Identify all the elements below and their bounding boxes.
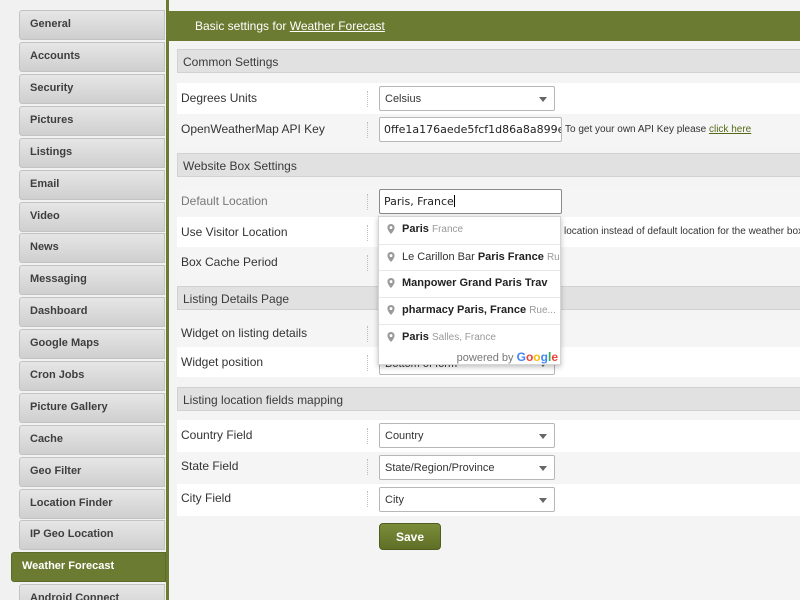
chevron-down-icon xyxy=(539,97,547,102)
widget-position-label: Widget position xyxy=(181,355,264,369)
sidebar-item-messaging[interactable]: Messaging xyxy=(19,265,165,295)
suggestion-match: pharmacy Paris, France xyxy=(402,304,527,316)
chevron-down-icon xyxy=(539,466,547,471)
degrees-units-label: Degrees Units xyxy=(181,91,258,105)
default-location-input[interactable]: Paris, France xyxy=(379,189,562,214)
sidebar-item-geo-filter[interactable]: Geo Filter xyxy=(19,457,165,487)
use-visitor-location-label: Use Visitor Location xyxy=(181,225,288,239)
use-visitor-location-hint: location instead of default location for… xyxy=(564,226,800,237)
map-pin-icon xyxy=(387,278,395,288)
sidebar-item-video[interactable]: Video xyxy=(19,202,165,232)
autocomplete-suggestion[interactable]: Paris Salles, France xyxy=(379,324,560,351)
sidebar-item-ip-geo-location[interactable]: IP Geo Location xyxy=(19,520,165,550)
page-header: Basic settings for Weather Forecast xyxy=(169,11,800,41)
country-field-value: Country xyxy=(385,430,424,442)
powered-by-text: powered by xyxy=(456,352,517,364)
page-title: Basic settings for Weather Forecast xyxy=(195,19,385,33)
box-cache-period-label: Box Cache Period xyxy=(181,255,278,269)
sidebar-item-news[interactable]: News xyxy=(19,233,165,263)
api-key-link[interactable]: click here xyxy=(709,124,751,135)
suggestion-match: Paris xyxy=(402,223,429,235)
sidebar-item-cron-jobs[interactable]: Cron Jobs xyxy=(19,361,165,391)
sidebar-item-general[interactable]: General xyxy=(19,10,165,40)
state-field-select[interactable]: State/Region/Province xyxy=(379,455,555,480)
suggestion-secondary: France xyxy=(431,224,464,235)
save-button[interactable]: Save xyxy=(379,523,441,550)
suggestion-prefix: Le Carillon Bar xyxy=(402,251,478,263)
chevron-down-icon xyxy=(539,498,547,503)
google-logo: Google xyxy=(516,350,558,364)
suggestion-match: Paris xyxy=(402,331,429,343)
autocomplete-suggestion[interactable]: pharmacy Paris, France Rue... xyxy=(379,297,560,324)
sidebar-item-security[interactable]: Security xyxy=(19,74,165,104)
row-separator xyxy=(367,194,368,210)
default-location-value: Paris, France xyxy=(384,195,454,208)
sidebar-item-email[interactable]: Email xyxy=(19,170,165,200)
settings-sidebar: General Accounts Security Pictures Listi… xyxy=(0,0,168,600)
country-field-label: Country Field xyxy=(181,428,253,442)
section-location-fields-mapping: Listing location fields mapping xyxy=(177,387,800,411)
map-pin-icon xyxy=(387,252,395,262)
suggestion-match: Manpower Grand Paris Trav xyxy=(402,277,548,289)
suggestion-match: Paris France xyxy=(477,251,544,263)
api-key-input[interactable]: 0ffe1a176aede5fcf1d86a8a899e xyxy=(379,117,562,142)
api-key-label: OpenWeatherMap API Key xyxy=(181,122,325,136)
degrees-units-value: Celsius xyxy=(385,93,422,105)
sidebar-item-weather-forecast[interactable]: Weather Forecast xyxy=(11,552,166,582)
section-website-box-settings: Website Box Settings xyxy=(177,153,800,177)
sidebar-item-listings[interactable]: Listings xyxy=(19,138,165,168)
chevron-down-icon xyxy=(539,434,547,439)
autocomplete-suggestion[interactable]: Paris France xyxy=(379,217,560,244)
row-separator xyxy=(367,91,368,107)
sidebar-item-pictures[interactable]: Pictures xyxy=(19,106,165,136)
api-key-hint: To get your own API Key please click her… xyxy=(565,124,751,135)
city-field-label: City Field xyxy=(181,491,232,505)
row-separator xyxy=(367,355,368,371)
row-separator xyxy=(367,255,368,271)
degrees-units-select[interactable]: Celsius xyxy=(379,86,555,111)
default-location-label: Default Location xyxy=(181,194,268,208)
row-separator xyxy=(367,428,368,444)
state-field-label: State Field xyxy=(181,459,239,473)
text-cursor xyxy=(453,195,455,207)
plugin-name-link[interactable]: Weather Forecast xyxy=(290,19,385,33)
sidebar-item-picture-gallery[interactable]: Picture Gallery xyxy=(19,393,165,423)
map-pin-icon xyxy=(387,224,395,234)
sidebar-item-accounts[interactable]: Accounts xyxy=(19,42,165,72)
row-separator xyxy=(367,122,368,138)
city-field-select[interactable]: City xyxy=(379,487,555,512)
row-separator xyxy=(367,326,368,342)
sidebar-divider xyxy=(166,0,169,600)
sidebar-item-location-finder[interactable]: Location Finder xyxy=(19,489,165,519)
row-separator xyxy=(367,225,368,241)
country-field-select[interactable]: Country xyxy=(379,423,555,448)
sidebar-item-google-maps[interactable]: Google Maps xyxy=(19,329,165,359)
sidebar-item-android-connect[interactable]: Android Connect xyxy=(19,584,165,600)
widget-on-listing-label: Widget on listing details xyxy=(181,326,308,340)
powered-by-google: powered by Google xyxy=(379,350,560,364)
state-field-value: State/Region/Province xyxy=(385,462,495,474)
map-pin-icon xyxy=(387,332,395,342)
api-key-hint-text: To get your own API Key please xyxy=(565,124,709,135)
location-autocomplete-dropdown: Paris France Le Carillon Bar Paris Franc… xyxy=(378,216,561,365)
autocomplete-suggestion[interactable]: Le Carillon Bar Paris France Rue Alibert xyxy=(379,244,560,271)
suggestion-secondary: Salles, France xyxy=(431,332,496,343)
row-separator xyxy=(367,459,368,475)
map-pin-icon xyxy=(387,305,395,315)
city-field-value: City xyxy=(385,494,404,506)
autocomplete-suggestion[interactable]: Manpower Grand Paris Trav xyxy=(379,270,560,297)
sidebar-item-dashboard[interactable]: Dashboard xyxy=(19,297,165,327)
row-separator xyxy=(367,491,368,507)
suggestion-secondary: Rue Alibert xyxy=(546,252,560,263)
page-title-prefix: Basic settings for xyxy=(195,19,290,33)
suggestion-secondary: Rue... xyxy=(529,305,556,316)
sidebar-item-cache[interactable]: Cache xyxy=(19,425,165,455)
section-common-settings: Common Settings xyxy=(177,49,800,73)
